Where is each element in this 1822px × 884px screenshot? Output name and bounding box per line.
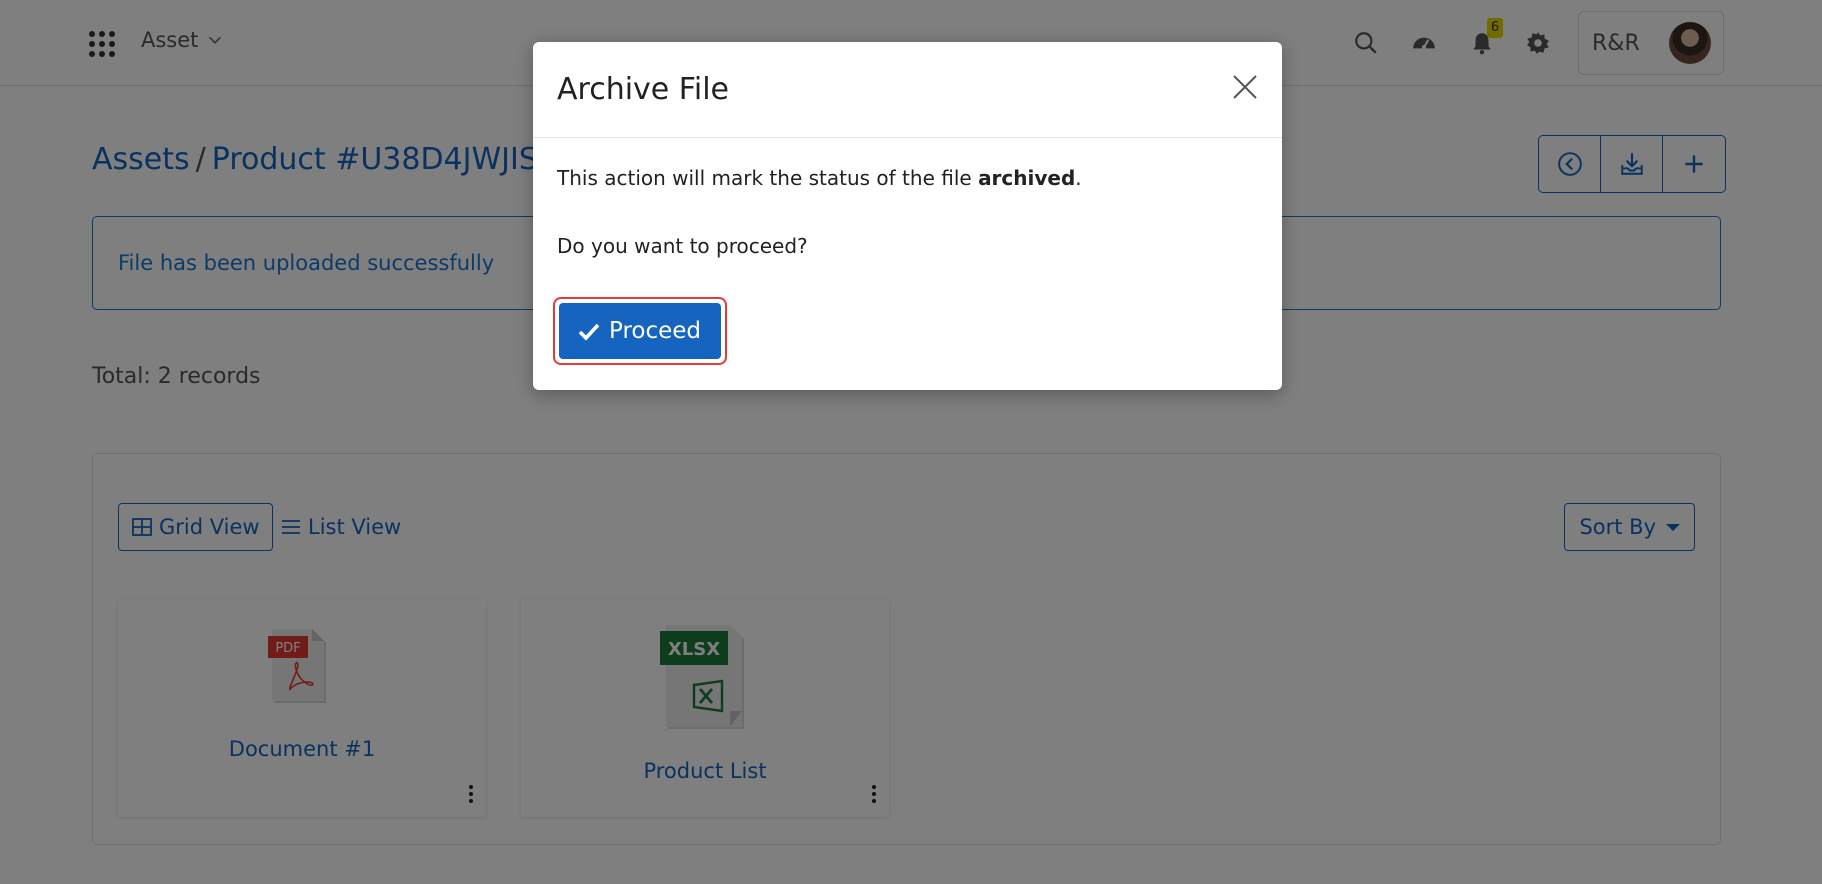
proceed-highlight: Proceed xyxy=(553,297,728,365)
modal-question: Do you want to proceed? xyxy=(557,234,808,258)
modal-message: This action will mark the status of the … xyxy=(557,166,1082,190)
close-icon[interactable] xyxy=(1230,72,1260,102)
archive-file-modal: Archive File This action will mark the s… xyxy=(533,42,1282,390)
proceed-button[interactable]: Proceed xyxy=(559,303,722,359)
modal-message-text: This action will mark the status of the … xyxy=(557,166,979,190)
proceed-label: Proceed xyxy=(609,318,702,344)
modal-title: Archive File xyxy=(557,72,729,107)
check-icon xyxy=(578,323,600,341)
modal-header: Archive File xyxy=(533,42,1282,138)
modal-message-status: archived xyxy=(978,166,1076,190)
modal-message-end: . xyxy=(1075,166,1082,190)
